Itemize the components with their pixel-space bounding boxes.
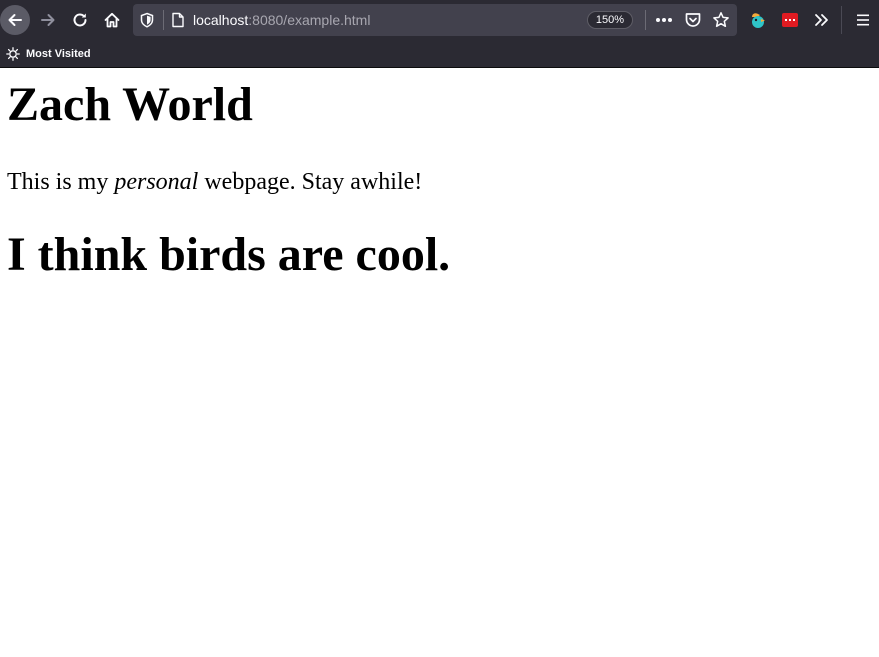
pocket-icon — [685, 13, 701, 27]
back-button[interactable] — [0, 5, 30, 35]
bird-extension-button[interactable] — [748, 10, 768, 30]
browser-toolbar: localhost:8080/example.html 150% — [0, 0, 879, 40]
bird-extension-icon — [752, 13, 765, 28]
toolbar-divider — [841, 6, 842, 34]
home-button[interactable] — [97, 5, 127, 35]
reload-button[interactable] — [65, 5, 95, 35]
intro-paragraph: This is my personal webpage. Stay awhile… — [7, 169, 422, 197]
bookmarks-toolbar: Most Visited — [0, 40, 879, 68]
red-extension-button[interactable] — [780, 10, 800, 30]
hamburger-menu-icon — [857, 14, 869, 26]
app-menu-button[interactable] — [848, 5, 878, 35]
forward-arrow-icon — [41, 14, 55, 26]
url-host: localhost — [193, 12, 249, 28]
address-bar[interactable]: localhost:8080/example.html 150% — [133, 4, 737, 36]
url-text[interactable]: localhost:8080/example.html — [193, 4, 370, 36]
zoom-level-button[interactable]: 150% — [587, 11, 633, 29]
page-content: Zach World This is my personal webpage. … — [0, 69, 879, 657]
page-actions-button[interactable] — [654, 10, 674, 30]
star-icon — [713, 12, 729, 28]
pocket-button[interactable] — [683, 10, 703, 30]
intro-text-start: This is my — [7, 169, 115, 195]
reload-icon — [73, 13, 87, 27]
red-extension-icon — [782, 13, 798, 27]
more-icon — [656, 18, 672, 22]
page-title: Zach World — [7, 78, 253, 131]
gear-icon — [6, 47, 20, 61]
intro-emphasis: personal — [114, 169, 199, 195]
bookmark-most-visited[interactable]: Most Visited — [6, 44, 91, 64]
bookmark-label: Most Visited — [26, 48, 91, 60]
urlbar-divider — [645, 10, 646, 30]
page-icon — [172, 12, 184, 28]
overflow-menu-button[interactable] — [807, 5, 837, 35]
forward-button[interactable] — [33, 5, 63, 35]
urlbar-divider — [163, 10, 164, 30]
chevron-double-right-icon — [815, 14, 828, 26]
url-path: :8080/example.html — [248, 12, 371, 28]
bookmark-star-button[interactable] — [711, 10, 731, 30]
back-arrow-icon — [8, 14, 22, 26]
intro-text-end: webpage. Stay awhile! — [198, 169, 423, 195]
shield-icon[interactable] — [139, 12, 155, 28]
home-icon — [104, 12, 120, 28]
birds-heading: I think birds are cool. — [7, 228, 451, 281]
